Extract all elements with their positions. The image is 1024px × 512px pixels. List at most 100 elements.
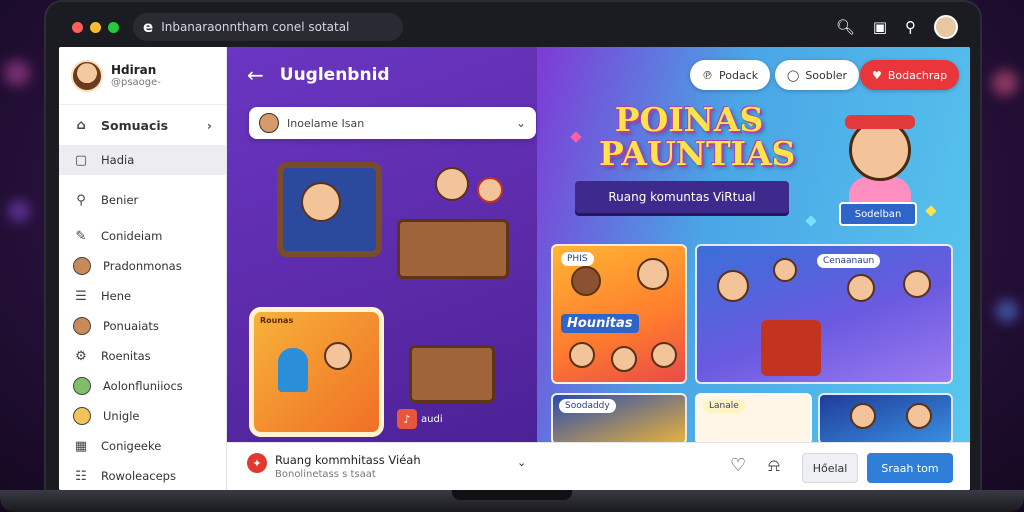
avatar	[71, 59, 103, 92]
music-icon: ♪	[397, 409, 417, 429]
chevron-right-icon: ›	[206, 117, 212, 133]
kid-illustration	[435, 167, 469, 201]
sidebar-item-user[interactable]: Aolonfluniiocs	[59, 371, 226, 401]
sidebar-item-label: Unigle	[103, 409, 140, 423]
podcast-label: Podack	[719, 68, 759, 82]
search-icon: ⚲	[76, 192, 86, 208]
gear-icon: ⚙	[75, 348, 87, 364]
search-icon[interactable]: 🔍︎	[836, 18, 855, 36]
content-tile[interactable]: Cenaanaun	[695, 244, 953, 384]
sparkle-decoration	[805, 215, 817, 227]
tile-badge: Cenaanaun	[817, 254, 881, 268]
sidebar-item-label: Rowoleaceps	[101, 469, 176, 483]
sidebar-item-home[interactable]: ⌂ Somuacis ›	[59, 105, 226, 145]
address-text: Inbanaraonntham conel sotatal	[161, 20, 350, 34]
site-logo-icon: e	[143, 18, 154, 36]
list-icon: ☰	[75, 288, 87, 304]
bookmark-icon[interactable]: ▣	[873, 18, 887, 36]
podcast-button[interactable]: ℗ Podack	[690, 60, 771, 90]
heart-icon[interactable]: ♡	[730, 455, 746, 476]
close-button[interactable]	[72, 21, 83, 33]
app-screen: Hdiran @psaoge- ⌂ Somuacis › ▢ Hadia ⚲ B…	[59, 47, 970, 490]
puppet-illustration	[278, 348, 308, 392]
bokeh-light	[996, 300, 1018, 322]
sidebar-item-settings[interactable]: ⚙ Roenitas	[59, 341, 226, 371]
primary-button[interactable]: Sraah tom	[867, 453, 953, 483]
page-header: ← Uuglenbnid	[247, 63, 390, 87]
minimize-button[interactable]	[90, 21, 101, 33]
bokeh-light	[4, 60, 30, 86]
hero-subtitle-banner: Ruang komuntas ViRtual	[575, 181, 789, 213]
laptop-base	[0, 490, 1024, 512]
content-tile[interactable]: Soodaddy	[551, 393, 687, 442]
kid-illustration	[324, 342, 352, 370]
kid-illustration	[569, 342, 595, 368]
card-label: Rounas	[260, 316, 294, 325]
profile[interactable]: Hdiran @psaoge-	[59, 47, 226, 105]
favorite-button[interactable]: ♥ Bodachrap	[860, 60, 960, 90]
page-title: Uuglenbnid	[279, 65, 390, 85]
profile-handle: @psaoge-	[111, 77, 161, 88]
sidebar-item-list[interactable]: ☰ Hene	[59, 281, 226, 311]
bokeh-light	[992, 70, 1018, 96]
sidebar-item-label: Pradonmonas	[103, 259, 182, 273]
sidebar-item-edit[interactable]: ✎ Conideiam	[59, 221, 226, 251]
favorite-label: Bodachrap	[887, 68, 948, 82]
avatar	[73, 257, 91, 275]
hero-area: Rounas ♪ audi ← Uuglenbnid Inoelame Isan…	[227, 47, 970, 442]
sidebar-item-search[interactable]: ⚲ Benier	[59, 185, 226, 215]
edit-icon: ✎	[75, 228, 87, 244]
kid-illustration	[571, 266, 601, 296]
post-subtitle: Bonolinetass s tsaat	[275, 469, 376, 480]
tablet-illustration	[277, 162, 382, 257]
sidebar-item-label: Hadia	[101, 153, 135, 167]
sidebar-item-list[interactable]: ☷ Rowoleaceps	[59, 461, 226, 490]
heart-icon: ♥	[872, 68, 882, 82]
community-select[interactable]: Inoelame Isan ⌄	[249, 107, 536, 139]
sidebar-item-label: Conigeeke	[101, 439, 162, 453]
kid-card[interactable]: Rounas	[249, 307, 384, 437]
kid-illustration	[850, 403, 876, 429]
secondary-button[interactable]: Hőelal	[802, 453, 858, 483]
left-panel: Rounas ♪ audi ← Uuglenbnid Inoelame Isan…	[227, 47, 537, 442]
browser-topbar: e Inbanaraonntham conel sotatal 🔍︎ ▣ ⚲	[58, 8, 970, 46]
content-tile[interactable]: Lanale	[695, 393, 812, 442]
avatar	[259, 113, 279, 133]
home-icon: ⌂	[76, 117, 86, 133]
chevron-down-icon[interactable]: ⌄	[517, 456, 526, 469]
audio-badge[interactable]: ♪ audi	[397, 409, 443, 429]
content-tile[interactable]	[818, 393, 953, 442]
content-tile[interactable]: PHIS Hounitas	[551, 244, 687, 384]
address-bar[interactable]: e Inbanaraonntham conel sotatal	[133, 13, 403, 41]
kid-illustration	[611, 346, 637, 372]
sidebar-item-user[interactable]: Pradonmonas	[59, 251, 226, 281]
mascot-button[interactable]: Sodelban	[839, 202, 917, 226]
maximize-button[interactable]	[108, 21, 119, 33]
avatar	[73, 407, 91, 425]
kid-illustration	[637, 258, 669, 290]
avatar	[73, 377, 91, 395]
sidebar-item-label: Hene	[101, 289, 132, 303]
sidebar-item-user[interactable]: Ponuaiats	[59, 311, 226, 341]
select-value: Inoelame Isan	[287, 116, 365, 130]
avatar[interactable]	[934, 15, 958, 39]
avatar	[73, 317, 91, 335]
window-controls	[72, 21, 119, 33]
laptop-notch	[452, 490, 572, 500]
kid-illustration	[906, 403, 932, 429]
post-title: Ruang kommhitass Viéah	[275, 453, 421, 467]
sidebar-item-grid[interactable]: ▦ Conigeeke	[59, 431, 226, 461]
post-selector[interactable]: ✦ Ruang kommhitass Viéah Bonolinetass s …	[247, 453, 421, 480]
chat-button[interactable]: ◯ Soobler	[775, 60, 860, 90]
audio-label: audi	[421, 413, 443, 425]
mascot-headband	[845, 115, 915, 129]
search-icon[interactable]: ⚲	[905, 18, 916, 36]
sidebar-item-media[interactable]: ▢ Hadia	[59, 145, 226, 175]
bell-icon[interactable]: ⍾	[768, 455, 780, 476]
hero-subtitle: Ruang komuntas ViRtual	[608, 190, 756, 204]
sidebar-item-user[interactable]: Unigle	[59, 401, 226, 431]
sidebar-item-label: Ponuaiats	[103, 319, 159, 333]
list-icon: ☷	[75, 468, 87, 484]
arrow-left-icon[interactable]: ←	[247, 63, 264, 87]
hero-title: POINAS PAUNTIAS	[599, 100, 796, 173]
